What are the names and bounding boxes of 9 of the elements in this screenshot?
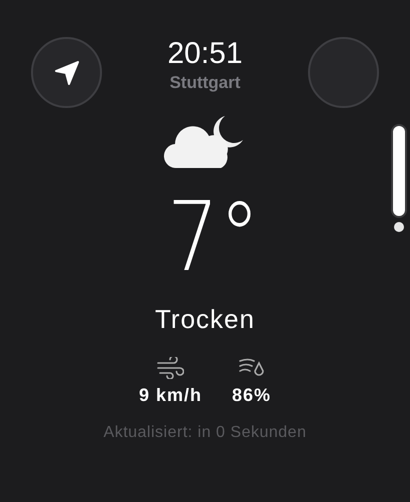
detail-value: 86% (232, 385, 272, 406)
wind-icon (156, 357, 184, 379)
location-name: Stuttgart (170, 73, 240, 93)
update-status: Aktualisiert: in 0 Sekunden (104, 424, 306, 442)
temperature: 7° (168, 182, 260, 292)
location-arrow-icon (54, 60, 80, 86)
detail-value: 9 km/h (138, 385, 202, 406)
clock-time: 20:51 (167, 37, 243, 71)
weather-condition: Trocken (155, 304, 255, 335)
